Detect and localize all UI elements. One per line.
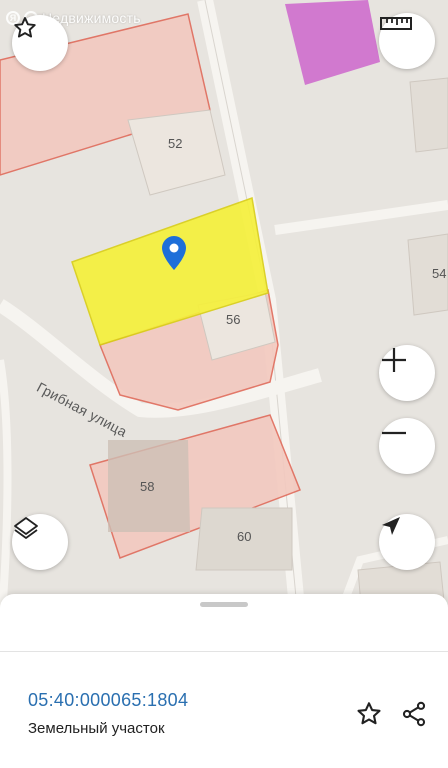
- layers-icon: [14, 517, 38, 539]
- app-screen: Я ⌂ Недвижимость 52 54 56 58 60 Грибная …: [0, 0, 448, 768]
- cadastral-number[interactable]: 05:40:000065:1804: [28, 690, 188, 711]
- sheet-handle[interactable]: [200, 602, 248, 607]
- ruler-icon: [380, 17, 412, 30]
- plus-icon: [382, 348, 406, 372]
- minus-icon: [382, 431, 406, 435]
- parcel-label-54: 54: [432, 266, 447, 281]
- star-outline-icon: [357, 702, 381, 725]
- purple-building: [285, 0, 380, 85]
- parcel-label-58: 58: [140, 479, 155, 494]
- object-type: Земельный участок: [28, 720, 165, 737]
- building-52: [127, 109, 226, 196]
- map-view[interactable]: Я ⌂ Недвижимость 52 54 56 58 60 Грибная …: [0, 0, 448, 640]
- sheet-divider: [0, 651, 448, 652]
- layers-button[interactable]: [12, 514, 68, 570]
- parcel-label-60: 60: [237, 529, 252, 544]
- share-icon: [402, 701, 426, 727]
- ruler-button[interactable]: [379, 13, 435, 69]
- side-road: [274, 200, 448, 235]
- parcel-label-56: 56: [226, 312, 241, 327]
- share-button[interactable]: [398, 698, 430, 730]
- zoom-in-button[interactable]: [379, 345, 435, 401]
- parcel-label-52: 52: [168, 136, 183, 151]
- locate-button[interactable]: [379, 514, 435, 570]
- favorite-button[interactable]: [12, 15, 68, 71]
- favorite-sheet-button[interactable]: [353, 698, 385, 730]
- info-sheet[interactable]: 05:40:000065:1804 Земельный участок: [0, 594, 448, 768]
- zoom-out-button[interactable]: [379, 418, 435, 474]
- star-icon: [14, 17, 36, 38]
- navigation-arrow-icon: [382, 517, 400, 535]
